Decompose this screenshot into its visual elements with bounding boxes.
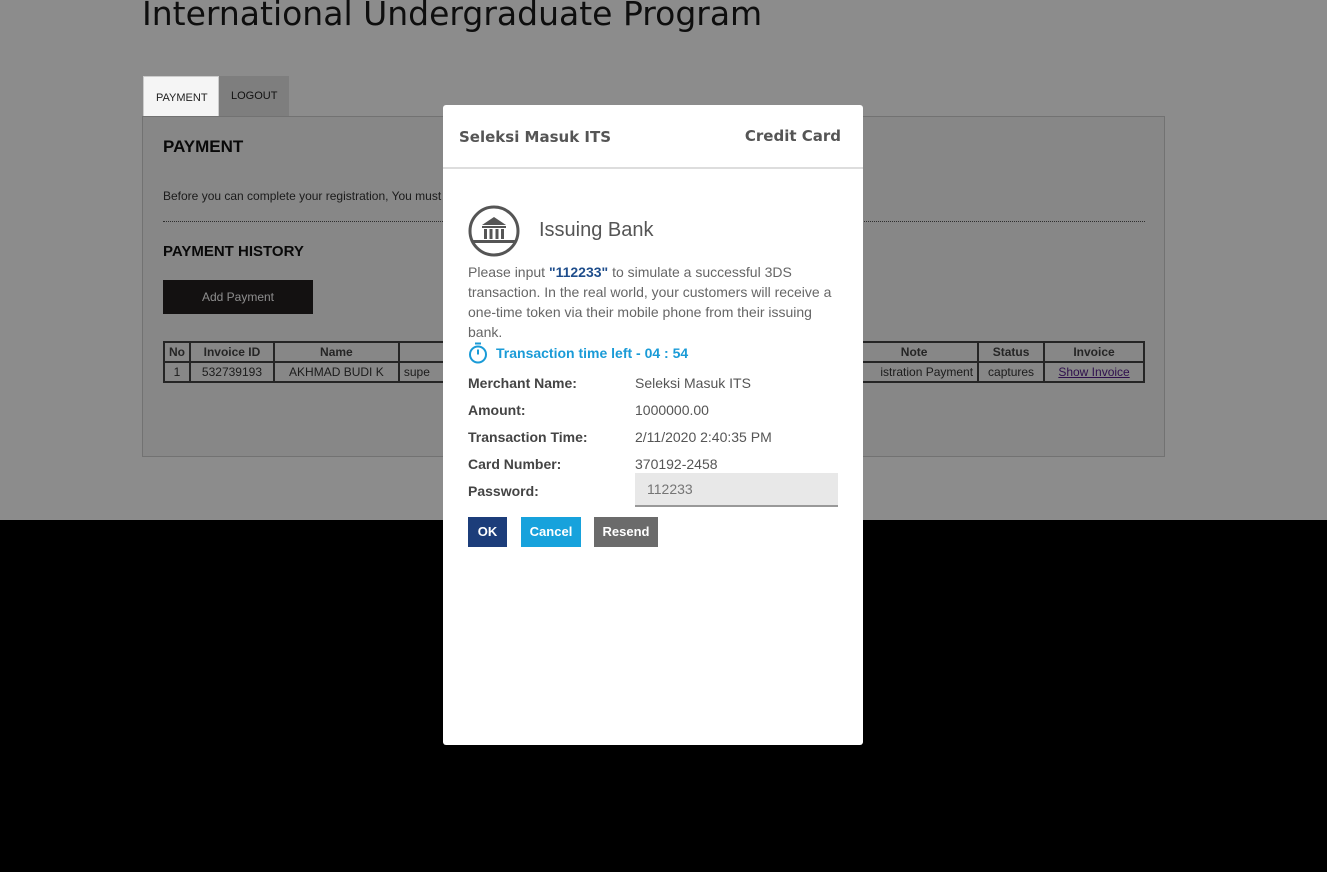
transaction-time-value: 2/11/2020 2:40:35 PM	[635, 429, 772, 445]
password-input[interactable]	[635, 473, 838, 507]
cancel-button[interactable]: Cancel	[521, 517, 581, 547]
payment-type: Credit Card	[744, 127, 841, 145]
simulation-code: "112233"	[548, 264, 609, 280]
amount-label: Amount:	[468, 402, 526, 418]
bank-icon	[468, 205, 520, 257]
merchant-title: Seleksi Masuk ITS	[459, 128, 612, 146]
merchant-name-value: Seleksi Masuk ITS	[635, 375, 751, 391]
3ds-modal: Seleksi Masuk ITS Credit Card Issuing Ba…	[443, 105, 863, 745]
merchant-name-label: Merchant Name:	[468, 375, 577, 391]
ok-button[interactable]: OK	[468, 517, 507, 547]
transaction-time-label: Transaction Time:	[468, 429, 588, 445]
card-number-value: 370192-2458	[635, 456, 718, 472]
modal-header: Seleksi Masuk ITS Credit Card	[443, 105, 863, 169]
resend-button[interactable]: Resend	[594, 517, 658, 547]
stopwatch-icon	[469, 342, 487, 364]
password-label: Password:	[468, 483, 539, 499]
bank-title: Issuing Bank	[539, 219, 654, 241]
instruction-text: Please input "112233" to simulate a succ…	[468, 262, 840, 342]
tab-payment[interactable]: PAYMENT	[143, 76, 219, 116]
transaction-timer: Transaction time left - 04 : 54	[496, 345, 689, 361]
instruction-prefix: Please input	[468, 264, 549, 280]
amount-value: 1000000.00	[635, 402, 709, 418]
card-number-label: Card Number:	[468, 456, 562, 472]
